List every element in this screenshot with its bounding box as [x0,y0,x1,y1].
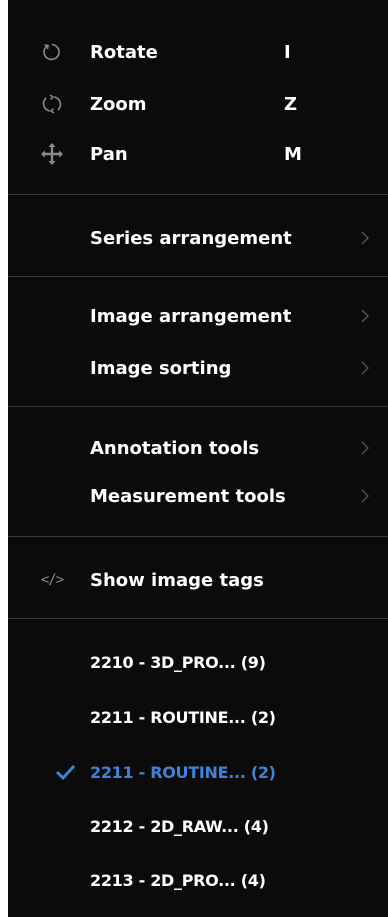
zoom-shortcut: Z [284,93,298,115]
series-item[interactable]: 2212 - 2D_RAW... (4) [8,806,388,846]
menu-item-measurement-tools[interactable]: Measurement tools [8,476,388,516]
annotation-tools-label: Annotation tools [90,437,260,459]
rotate-icon [40,40,64,64]
show-image-tags-label: Show image tags [90,569,264,591]
chevron-right-icon [361,309,369,323]
series-item[interactable]: 2213 - 2D_PRO... (4) [8,860,388,900]
series-arrangement-label: Series arrangement [90,227,292,249]
chevron-right-icon [361,441,369,455]
menu-item-annotation-tools[interactable]: Annotation tools [8,428,388,468]
divider [8,618,388,619]
chevron-right-icon [361,489,369,503]
checkmark-icon [55,764,76,781]
pan-shortcut: M [284,143,302,165]
code-icon: </> [40,572,64,588]
zoom-icon [40,92,64,116]
menu-item-zoom[interactable]: Zoom Z [8,84,388,124]
pan-label: Pan [90,143,128,165]
rotate-label: Rotate [90,41,158,63]
series-item[interactable]: 2211 - ROUTINE... (2) [8,697,388,737]
menu-item-pan[interactable]: Pan M [8,134,388,174]
series-label: 2212 - 2D_RAW... (4) [90,816,269,836]
chevron-right-icon [361,361,369,375]
pan-icon [40,142,64,166]
divider [8,194,388,195]
viewer-context-menu: Rotate I Zoom Z Pan M Series arrangement [8,0,388,917]
menu-item-image-sorting[interactable]: Image sorting [8,348,388,388]
menu-item-rotate[interactable]: Rotate I [8,32,388,72]
divider [8,406,388,407]
series-label: 2211 - ROUTINE... (2) [90,707,276,727]
series-label: 2210 - 3D_PRO... (9) [90,652,266,672]
divider [8,536,388,537]
menu-item-image-arrangement[interactable]: Image arrangement [8,296,388,336]
measurement-tools-label: Measurement tools [90,485,286,507]
series-item[interactable]: 2210 - 3D_PRO... (9) [8,642,388,682]
image-sorting-label: Image sorting [90,357,232,379]
menu-item-show-image-tags[interactable]: </> Show image tags [8,560,388,600]
zoom-label: Zoom [90,93,147,115]
menu-item-series-arrangement[interactable]: Series arrangement [8,218,388,258]
series-item-selected[interactable]: 2211 - ROUTINE... (2) [8,752,388,792]
image-arrangement-label: Image arrangement [90,305,292,327]
series-label: 2211 - ROUTINE... (2) [90,762,276,782]
rotate-shortcut: I [284,41,291,63]
divider [8,276,388,277]
chevron-right-icon [361,231,369,245]
series-label: 2213 - 2D_PRO... (4) [90,870,266,890]
